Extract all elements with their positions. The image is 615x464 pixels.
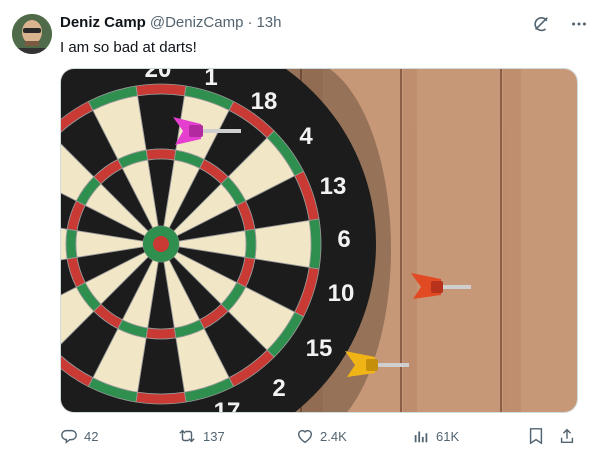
reply-count: 42: [84, 428, 99, 444]
tweet-media-image[interactable]: 20 1 18 4 13 6 10 15 2 17: [60, 68, 578, 413]
bookmark-icon: [529, 428, 543, 445]
repost-icon: [179, 429, 195, 443]
author-handle[interactable]: @DenizCamp: [150, 14, 244, 31]
timestamp[interactable]: 13h: [256, 14, 281, 31]
board-number: 20: [145, 69, 172, 83]
board-number: 15: [306, 335, 333, 362]
views-count: 61K: [436, 428, 460, 444]
board-segment: [145, 327, 177, 340]
reply-icon: [61, 429, 77, 444]
tweet-top-icons: [531, 14, 589, 34]
views-icon: [414, 431, 428, 443]
board-segment: [65, 228, 78, 260]
author-name[interactable]: Deniz Camp: [60, 14, 146, 31]
reply-button[interactable]: 42: [60, 424, 98, 448]
board-number: 13: [320, 173, 347, 200]
board-number: 2: [272, 375, 285, 402]
share-button[interactable]: [558, 424, 576, 448]
repost-button[interactable]: 137: [177, 424, 225, 448]
views-button[interactable]: 61K: [412, 424, 459, 448]
board-segment: [145, 148, 177, 161]
like-count: 2.4K: [320, 428, 347, 444]
heart-icon: [297, 429, 313, 444]
repost-count: 137: [203, 428, 225, 444]
bookmark-button[interactable]: [528, 424, 544, 448]
tweet-header: Deniz Camp @DenizCamp · 13h: [60, 14, 281, 34]
tweet[interactable]: Deniz Camp @DenizCamp · 13h I am so bad …: [0, 0, 615, 464]
separator: ·: [247, 14, 253, 31]
board-segment: [244, 228, 257, 260]
tweet-text: I am so bad at darts!: [60, 39, 197, 56]
board-number: 17: [214, 398, 241, 413]
avatar[interactable]: [12, 14, 52, 54]
board-number: 18: [251, 88, 278, 115]
board-number: 6: [337, 226, 350, 253]
bullseye: [153, 236, 169, 252]
grok-icon[interactable]: [531, 14, 551, 34]
tweet-actions: 42 137 2.4K 61K: [60, 424, 580, 448]
board-number: 10: [328, 280, 355, 307]
board-number: 4: [299, 123, 313, 150]
share-icon: [560, 428, 574, 444]
board-number: 1: [204, 69, 217, 91]
like-button[interactable]: 2.4K: [296, 424, 347, 448]
more-icon[interactable]: [569, 14, 589, 34]
